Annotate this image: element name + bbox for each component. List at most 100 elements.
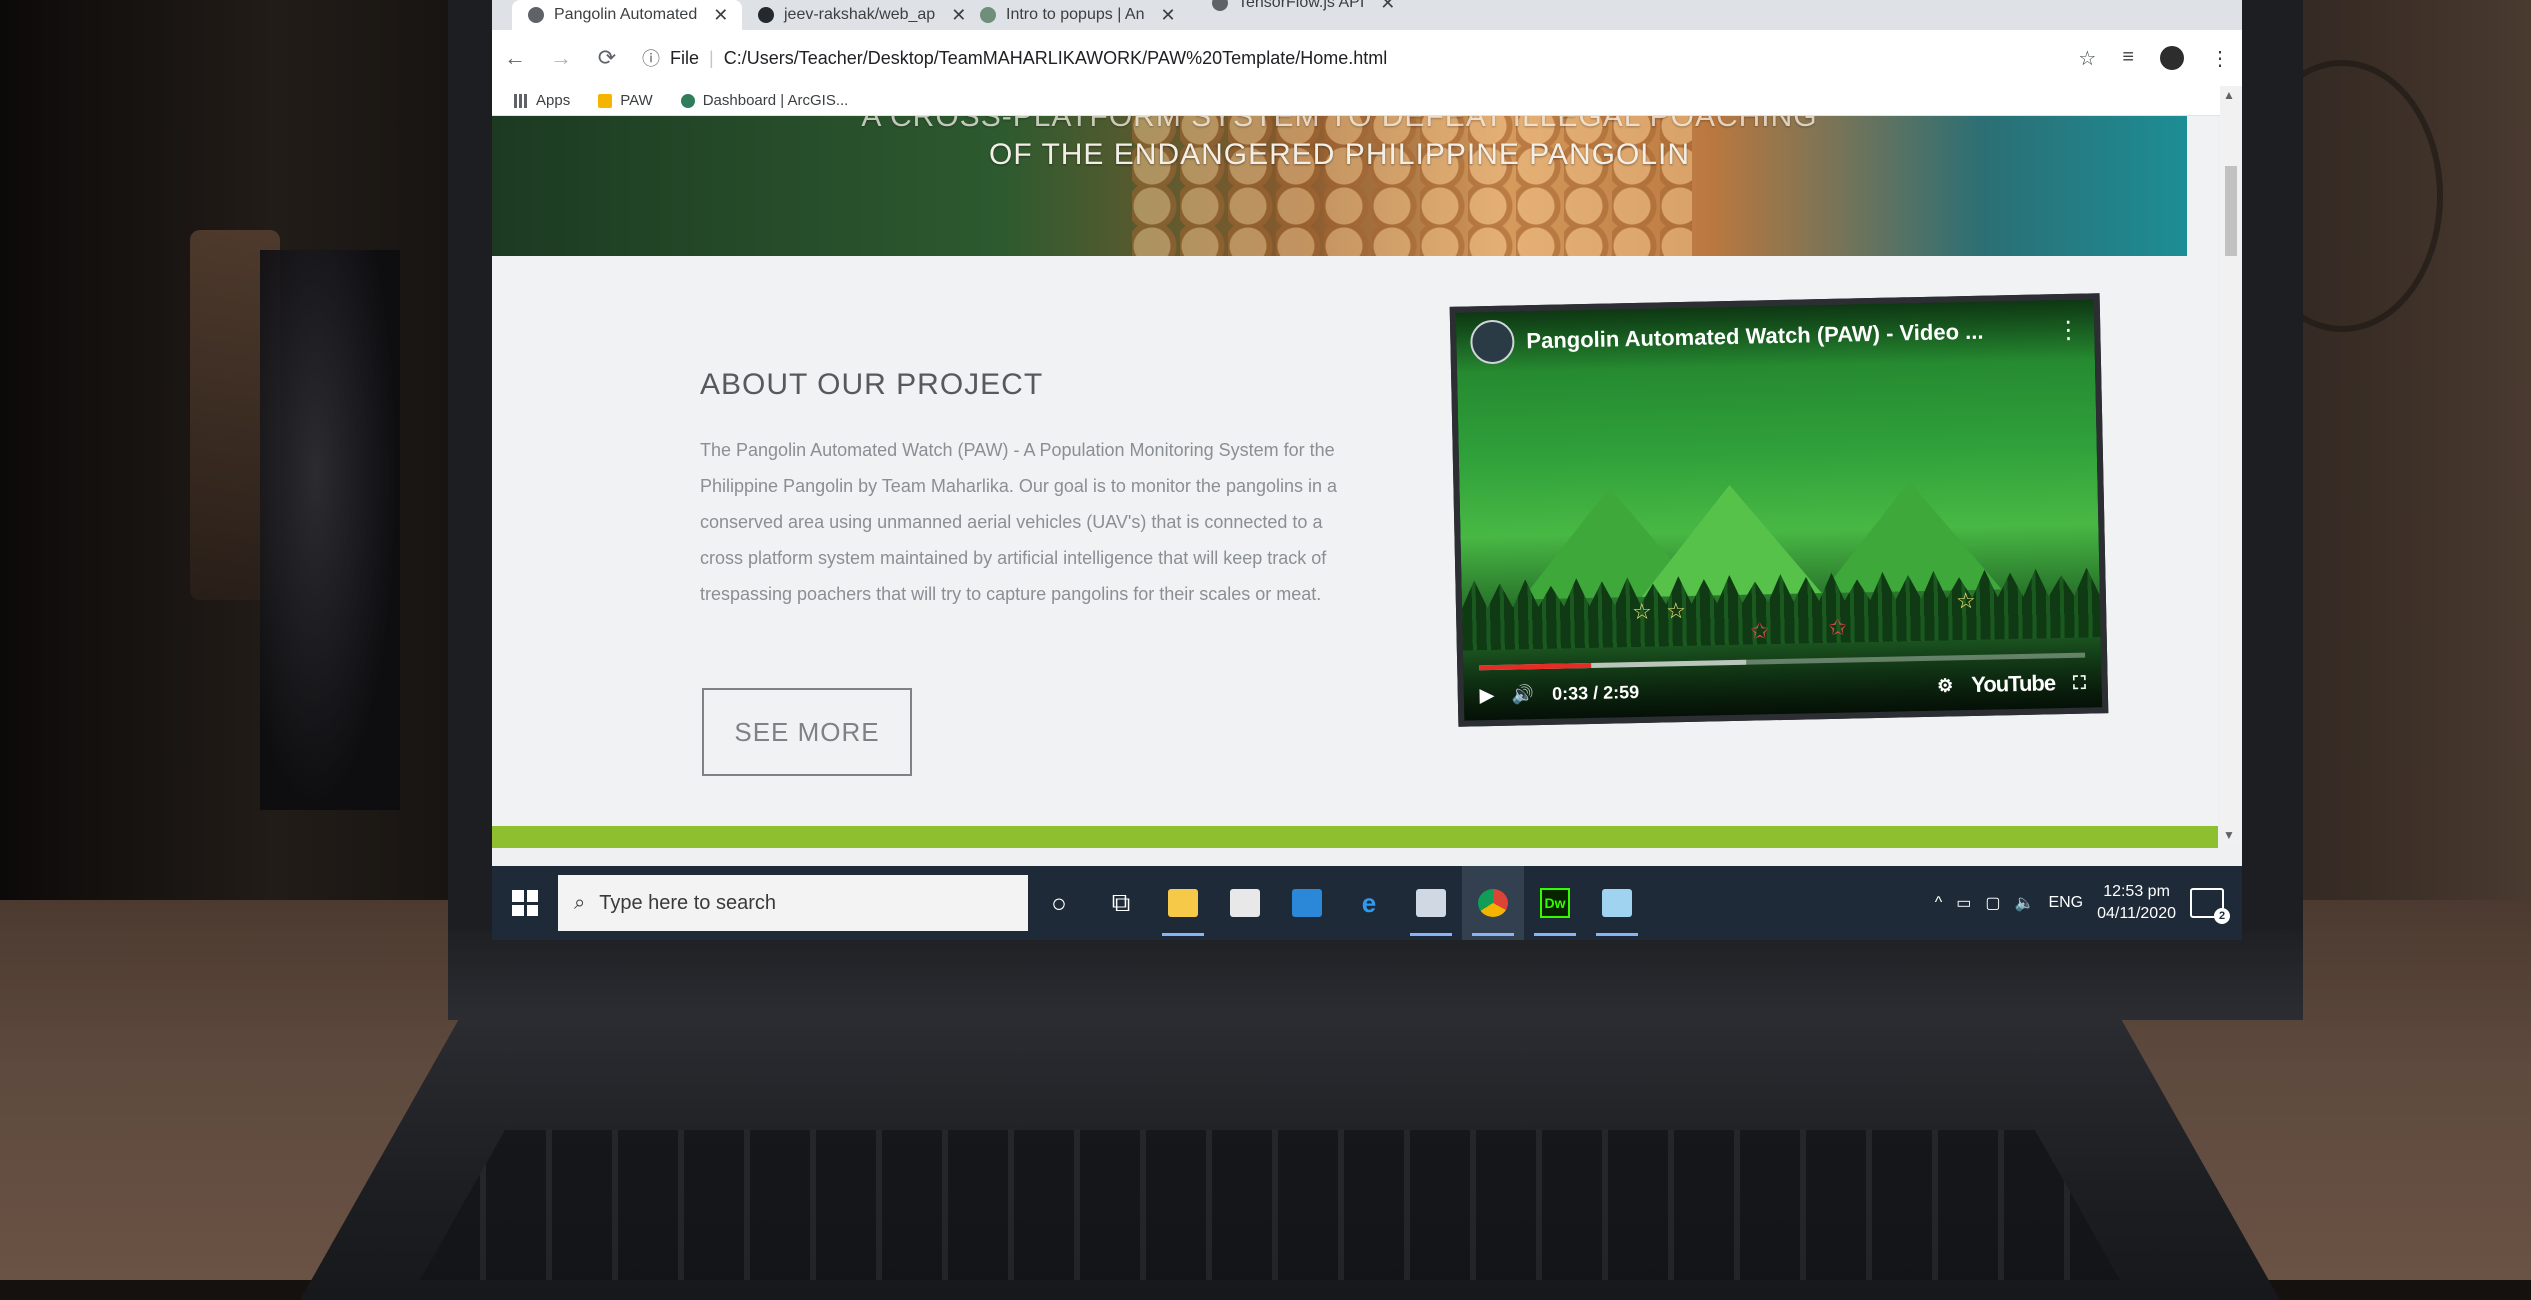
mail-icon[interactable] xyxy=(1276,866,1338,940)
task-view-icon[interactable]: ⧉ xyxy=(1090,866,1152,940)
media-control-icon[interactable]: ≡ xyxy=(2122,46,2134,71)
scroll-up-icon[interactable]: ▲ xyxy=(2223,88,2235,102)
time-display: 0:33 / 2:59 xyxy=(1551,681,1640,704)
close-icon[interactable]: ✕ xyxy=(1160,5,1175,26)
keyboard xyxy=(420,1130,2120,1280)
store-icon[interactable] xyxy=(1214,866,1276,940)
settings-gear-icon[interactable]: ⚙ xyxy=(1937,675,1954,696)
arcgis-icon xyxy=(680,93,695,108)
forward-icon[interactable]: → xyxy=(538,45,584,71)
tab-pangolin[interactable]: Pangolin Automated ✕ xyxy=(512,0,742,30)
windows-taskbar: ⌕ Type here to search ○ ⧉ e Dw ^ ▭ ▢ 🔈 E… xyxy=(492,866,2242,940)
close-icon[interactable]: ✕ xyxy=(1380,0,1395,14)
progress-fill xyxy=(1479,662,1591,671)
tab-popups[interactable]: Intro to popups | An ✕ xyxy=(964,0,1194,30)
pangolin-scales-image xyxy=(1132,116,1692,256)
mountain-shape xyxy=(1819,479,2002,594)
url-text[interactable]: C:/Users/Teacher/Desktop/TeamMAHARLIKAWO… xyxy=(724,48,1388,69)
more-options-icon[interactable]: ⋮ xyxy=(2056,315,2081,344)
reload-icon[interactable]: ⟳ xyxy=(584,45,630,71)
edge-icon[interactable]: e xyxy=(1338,866,1400,940)
bookmark-apps[interactable]: Apps xyxy=(514,92,570,109)
taskbar-search[interactable]: ⌕ Type here to search xyxy=(558,875,1028,931)
scroll-down-icon[interactable]: ▼ xyxy=(2223,828,2235,842)
volume-icon[interactable]: 🔊 xyxy=(1511,684,1534,705)
laptop-screen: Pangolin Automated ✕ jeev-rakshak/web_ap… xyxy=(492,0,2242,940)
play-icon[interactable]: ▶ xyxy=(1480,685,1494,706)
globe-icon xyxy=(528,7,544,23)
star-icon: ✩ xyxy=(1828,614,1848,640)
bookmark-label: Dashboard | ArcGIS... xyxy=(702,92,849,109)
app-icon[interactable] xyxy=(1400,866,1462,940)
about-body: The Pangolin Automated Watch (PAW) - A P… xyxy=(700,440,1338,604)
file-explorer-icon[interactable] xyxy=(1152,866,1214,940)
control-row: ▶ 🔊 0:33 / 2:59 ⚙ YouTube ⛶ xyxy=(1479,666,2086,713)
bookmark-paw[interactable]: PAW xyxy=(598,92,653,109)
notification-count: 2 xyxy=(2214,908,2230,924)
youtube-logo[interactable]: YouTube xyxy=(1971,670,2055,698)
video-title[interactable]: Pangolin Automated Watch (PAW) - Video .… xyxy=(1526,317,2044,354)
star-icon: ✩ xyxy=(1750,618,1770,644)
dreamweaver-icon[interactable]: Dw xyxy=(1524,866,1586,940)
bookmark-star-icon[interactable]: ☆ xyxy=(2078,46,2096,71)
clock-time: 12:53 pm xyxy=(2103,883,2170,900)
chrome-icon[interactable] xyxy=(1462,866,1524,940)
channel-avatar-icon[interactable] xyxy=(1469,319,1515,365)
tab-label: Intro to popups | An xyxy=(1006,6,1145,23)
search-icon: ⌕ xyxy=(574,891,586,914)
scroll-thumb[interactable] xyxy=(2225,166,2237,256)
chevron-up-icon[interactable]: ^ xyxy=(1935,894,1943,912)
apps-grid-icon xyxy=(514,93,528,108)
volume-icon[interactable]: 🔈 xyxy=(2015,893,2035,913)
toolbar-actions: ☆ ≡ ⋮ xyxy=(2078,46,2230,71)
tab-label: Pangolin Automated xyxy=(554,6,698,23)
github-icon xyxy=(758,7,774,23)
bookmark-label: PAW xyxy=(620,92,653,109)
profile-avatar-icon[interactable] xyxy=(2160,46,2184,70)
tab-label: jeev-rakshak/web_ap xyxy=(784,6,936,23)
scheme-label: File xyxy=(670,47,700,68)
language-indicator[interactable]: ENG xyxy=(2048,894,2083,912)
about-title: ABOUT OUR PROJECT xyxy=(700,368,1044,401)
hero-banner: A CROSS-PLATFORM SYSTEM TO DEFEAT ILLEGA… xyxy=(492,116,2187,256)
system-tray: ^ ▭ ▢ 🔈 ENG 12:53 pm 04/11/2020 2 xyxy=(1935,881,2242,925)
fullscreen-icon[interactable]: ⛶ xyxy=(2073,672,2086,693)
laptop-bezel-bottom xyxy=(448,930,2303,1020)
folder-icon xyxy=(598,93,613,108)
youtube-embed[interactable]: ☆ ☆ ✩ ✩ ☆ Pangolin Automated Watch (PAW)… xyxy=(1449,293,2109,727)
dreamweaver-label: Dw xyxy=(1540,888,1570,918)
star-icon: ☆ xyxy=(1665,597,1687,624)
close-icon[interactable]: ✕ xyxy=(713,5,728,26)
info-icon[interactable]: ⓘ xyxy=(642,45,660,71)
globe-icon xyxy=(1212,0,1228,11)
menu-icon[interactable]: ⋮ xyxy=(2210,46,2230,71)
search-placeholder: Type here to search xyxy=(599,891,776,914)
see-more-button[interactable]: SEE MORE xyxy=(702,688,912,776)
web-page: A CROSS-PLATFORM SYSTEM TO DEFEAT ILLEGA… xyxy=(492,116,2218,826)
display-icon[interactable]: ▢ xyxy=(1985,893,2000,913)
page-scrollbar[interactable]: ▲ ▼ xyxy=(2220,86,2242,844)
clock[interactable]: 12:53 pm 04/11/2020 xyxy=(2097,881,2176,925)
tab-github[interactable]: jeev-rakshak/web_ap ✕ xyxy=(742,0,966,30)
bookmark-arcgis[interactable]: Dashboard | ArcGIS... xyxy=(680,92,849,109)
bookmark-label: Apps xyxy=(536,92,571,109)
bookmarks-bar: Apps PAW Dashboard | ArcGIS... xyxy=(492,86,2242,116)
bag xyxy=(260,250,400,810)
tab-tensorflow[interactable]: TensorFlow.js API ✕ xyxy=(1196,0,1426,18)
start-button[interactable] xyxy=(492,866,558,940)
address-bar[interactable]: ⓘ File | C:/Users/Teacher/Desktop/TeamMA… xyxy=(642,45,1387,71)
notes-icon[interactable] xyxy=(1586,866,1648,940)
back-icon[interactable]: ← xyxy=(492,45,538,71)
hero-headline-line2: OF THE ENDANGERED PHILIPPINE PANGOLIN xyxy=(988,138,1691,171)
cortana-icon[interactable]: ○ xyxy=(1028,866,1090,940)
tab-label: TensorFlow.js API xyxy=(1238,0,1365,11)
star-icon: ☆ xyxy=(1631,598,1653,625)
network-icon[interactable]: ▭ xyxy=(1956,893,1971,913)
windows-logo-icon xyxy=(512,890,538,916)
clock-date: 04/11/2020 xyxy=(2097,905,2176,922)
notification-icon[interactable]: 2 xyxy=(2190,888,2230,924)
video-controls: ▶ 🔊 0:33 / 2:59 ⚙ YouTube ⛶ xyxy=(1462,637,2103,721)
browser-toolbar: ← → ⟳ ⓘ File | C:/Users/Teacher/Desktop/… xyxy=(492,30,2242,86)
separator: | xyxy=(709,47,714,68)
